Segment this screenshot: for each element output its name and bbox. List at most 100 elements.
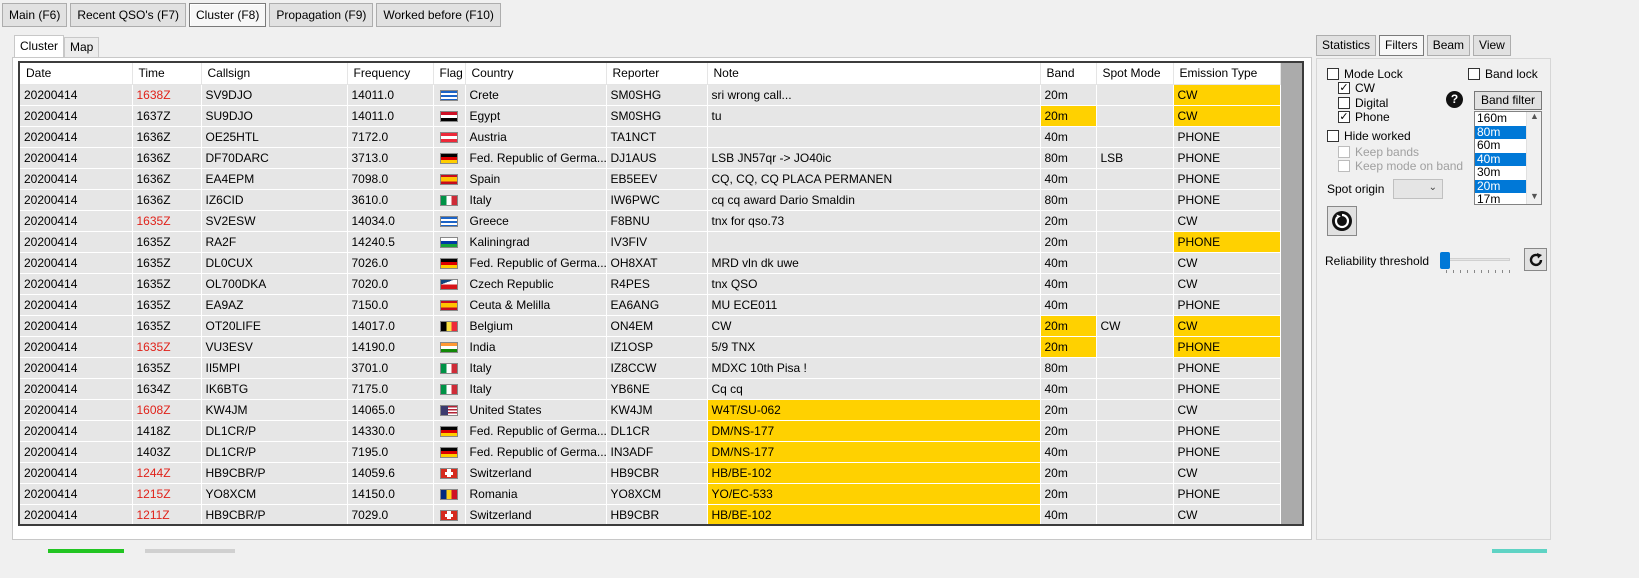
cell-callsign: SV9DJO — [201, 84, 348, 106]
tab-filters[interactable]: Filters — [1379, 35, 1424, 56]
cell-frequency: 7029.0 — [347, 504, 434, 524]
col-header-country[interactable]: Country — [465, 63, 607, 85]
col-header-flag[interactable]: Flag — [433, 63, 466, 85]
band-lock-checkbox[interactable]: Band lock — [1468, 67, 1538, 81]
cell-flag — [433, 462, 466, 484]
cell-reporter: DL1CR — [606, 420, 708, 442]
table-row[interactable]: 20200414 1635Z II5MPI 3701.0 Italy IZ8CCW MDXC… — [20, 357, 1281, 379]
col-header-spot-mode[interactable]: Spot Mode — [1096, 63, 1174, 85]
keep-mode-checkbox[interactable]: Keep mode on band — [1338, 159, 1463, 173]
cell-emission-type: PHONE — [1173, 168, 1281, 190]
table-row[interactable]: 20200414 1635Z SV2ESW 14034.0 Greece F8BNU tnx… — [20, 210, 1281, 232]
table-row[interactable]: 20200414 1215Z YO8XCM 14150.0 Romania YO8XCM Y… — [20, 483, 1281, 505]
table-row[interactable]: 20200414 1635Z OT20LIFE 14017.0 Belgium ON4EM… — [20, 315, 1281, 337]
scroll-down-icon[interactable]: ▼ — [1530, 191, 1539, 201]
power-toggle-button[interactable] — [1327, 206, 1357, 236]
spot-origin-select[interactable]: ⌄ — [1393, 179, 1443, 199]
cell-date: 20200414 — [20, 147, 133, 169]
table-row[interactable]: 20200414 1636Z DF70DARC 3713.0 Fed. Republic… — [20, 147, 1281, 169]
col-header-note[interactable]: Note — [707, 63, 1041, 85]
cw-checkbox[interactable]: ✓ CW — [1338, 81, 1375, 95]
cell-callsign: DL1CR/P — [201, 441, 348, 463]
col-header-reporter[interactable]: Reporter — [606, 63, 708, 85]
band-list-item[interactable]: 60m — [1475, 139, 1526, 153]
status-indicator-green — [48, 549, 124, 553]
hide-worked-checkbox[interactable]: Hide worked — [1327, 129, 1411, 143]
slider-ticks — [1446, 270, 1510, 273]
cell-country: Belgium — [465, 315, 607, 337]
cell-emission-type: CW — [1173, 210, 1281, 232]
col-header-emission-type[interactable]: Emission Type — [1173, 63, 1281, 85]
table-row[interactable]: 20200414 1635Z OL700DKA 7020.0 Czech Republi… — [20, 273, 1281, 295]
tab-worked-before[interactable]: Worked before (F10) — [376, 3, 501, 27]
subtab-cluster[interactable]: Cluster — [14, 35, 65, 57]
col-header-frequency[interactable]: Frequency — [347, 63, 434, 85]
band-list-item[interactable]: 80m — [1475, 125, 1526, 139]
refresh-button[interactable] — [1524, 248, 1547, 271]
cell-frequency: 7026.0 — [347, 252, 434, 274]
cell-band: 40m — [1040, 252, 1097, 274]
cell-callsign: OE25HTL — [201, 126, 348, 148]
col-header-band[interactable]: Band — [1040, 63, 1097, 85]
cell-note: LSB JN57qr -> JO40ic — [707, 147, 1041, 169]
band-list-item[interactable]: 160m — [1475, 112, 1526, 126]
tab-main[interactable]: Main (F6) — [2, 3, 68, 27]
cell-note: MRD vln dk uwe — [707, 252, 1041, 274]
table-row[interactable]: 20200414 1635Z EA9AZ 7150.0 Ceuta & Melilla E… — [20, 294, 1281, 316]
keep-mode-box — [1338, 160, 1350, 172]
help-icon[interactable]: ? — [1446, 91, 1463, 108]
band-list-item[interactable]: 40m — [1475, 152, 1526, 166]
cell-time: 1635Z — [132, 357, 202, 379]
table-row[interactable]: 20200414 1635Z RA2F 14240.5 Kaliningrad IV3FI… — [20, 231, 1281, 253]
table-row[interactable]: 20200414 1636Z OE25HTL 7172.0 Austria TA1NCT 4… — [20, 126, 1281, 148]
cluster-spot-grid[interactable]: Date Time Callsign Frequency Flag Countr… — [18, 61, 1304, 526]
table-row[interactable]: 20200414 1244Z HB9CBR/P 14059.6 Switzerland H… — [20, 462, 1281, 484]
cell-time: 1635Z — [132, 231, 202, 253]
keep-bands-checkbox[interactable]: Keep bands — [1338, 145, 1419, 159]
table-row[interactable]: 20200414 1403Z DL1CR/P 7195.0 Fed. Republic … — [20, 441, 1281, 463]
cell-date: 20200414 — [20, 420, 133, 442]
reliability-threshold-slider[interactable] — [1440, 251, 1512, 273]
table-row[interactable]: 20200414 1636Z IZ6CID 3610.0 Italy IW6PWC cq c… — [20, 189, 1281, 211]
col-header-callsign[interactable]: Callsign — [201, 63, 348, 85]
tab-recent-qsos[interactable]: Recent QSO's (F7) — [70, 3, 186, 27]
table-row[interactable]: 20200414 1635Z VU3ESV 14190.0 India IZ1OSP 5/9… — [20, 336, 1281, 358]
cell-date: 20200414 — [20, 231, 133, 253]
band-list-item[interactable]: 20m — [1475, 179, 1526, 193]
cell-time: 1637Z — [132, 105, 202, 127]
phone-checkbox[interactable]: ✓ Phone — [1338, 110, 1390, 124]
tab-cluster[interactable]: Cluster (F8) — [189, 3, 267, 27]
table-row[interactable]: 20200414 1608Z KW4JM 14065.0 United States KW… — [20, 399, 1281, 421]
band-filter-button[interactable]: Band filter — [1474, 91, 1542, 110]
digital-checkbox[interactable]: Digital — [1338, 96, 1388, 110]
cell-band: 40m — [1040, 168, 1097, 190]
cell-callsign: HB9CBR/P — [201, 462, 348, 484]
subtab-map[interactable]: Map — [64, 37, 100, 57]
table-row[interactable]: 20200414 1634Z IK6BTG 7175.0 Italy YB6NE Cq cq… — [20, 378, 1281, 400]
table-row[interactable]: 20200414 1418Z DL1CR/P 14330.0 Fed. Republic… — [20, 420, 1281, 442]
table-row[interactable]: 20200414 1211Z HB9CBR/P 7029.0 Switzerland HB… — [20, 504, 1281, 524]
band-list-item[interactable]: 17m — [1475, 193, 1526, 204]
table-row[interactable]: 20200414 1635Z DL0CUX 7026.0 Fed. Republic o… — [20, 252, 1281, 274]
band-filter-list[interactable]: 160m 80m 60m 40m 30m 20m 17m ▲ ▼ — [1474, 111, 1542, 205]
tab-propagation[interactable]: Propagation (F9) — [269, 3, 374, 27]
cell-callsign: RA2F — [201, 231, 348, 253]
table-row[interactable]: 20200414 1637Z SU9DJO 14011.0 Egypt SM0SHG tu 2… — [20, 105, 1281, 127]
tab-beam[interactable]: Beam — [1426, 35, 1471, 56]
cell-emission-type: CW — [1173, 84, 1281, 106]
slider-thumb[interactable] — [1440, 252, 1450, 269]
mode-lock-checkbox[interactable]: Mode Lock — [1327, 67, 1403, 81]
country-flag-icon — [439, 257, 458, 269]
col-header-time[interactable]: Time — [132, 63, 202, 85]
table-row[interactable]: 20200414 1636Z EA4EPM 7098.0 Spain EB5EEV CQ, … — [20, 168, 1281, 190]
tab-view[interactable]: View — [1473, 35, 1511, 56]
band-list-item[interactable]: 30m — [1475, 166, 1526, 180]
col-header-date[interactable]: Date — [20, 63, 133, 85]
table-row[interactable]: 20200414 1638Z SV9DJO 14011.0 Crete SM0SHG sri… — [20, 84, 1281, 106]
tab-statistics[interactable]: Statistics — [1316, 35, 1377, 56]
mode-lock-box — [1327, 68, 1339, 80]
band-list-scrollbar[interactable]: ▲ ▼ — [1526, 112, 1541, 204]
cell-callsign: DL1CR/P — [201, 420, 348, 442]
cell-emission-type: PHONE — [1173, 336, 1281, 358]
scroll-up-icon[interactable]: ▲ — [1530, 112, 1539, 121]
